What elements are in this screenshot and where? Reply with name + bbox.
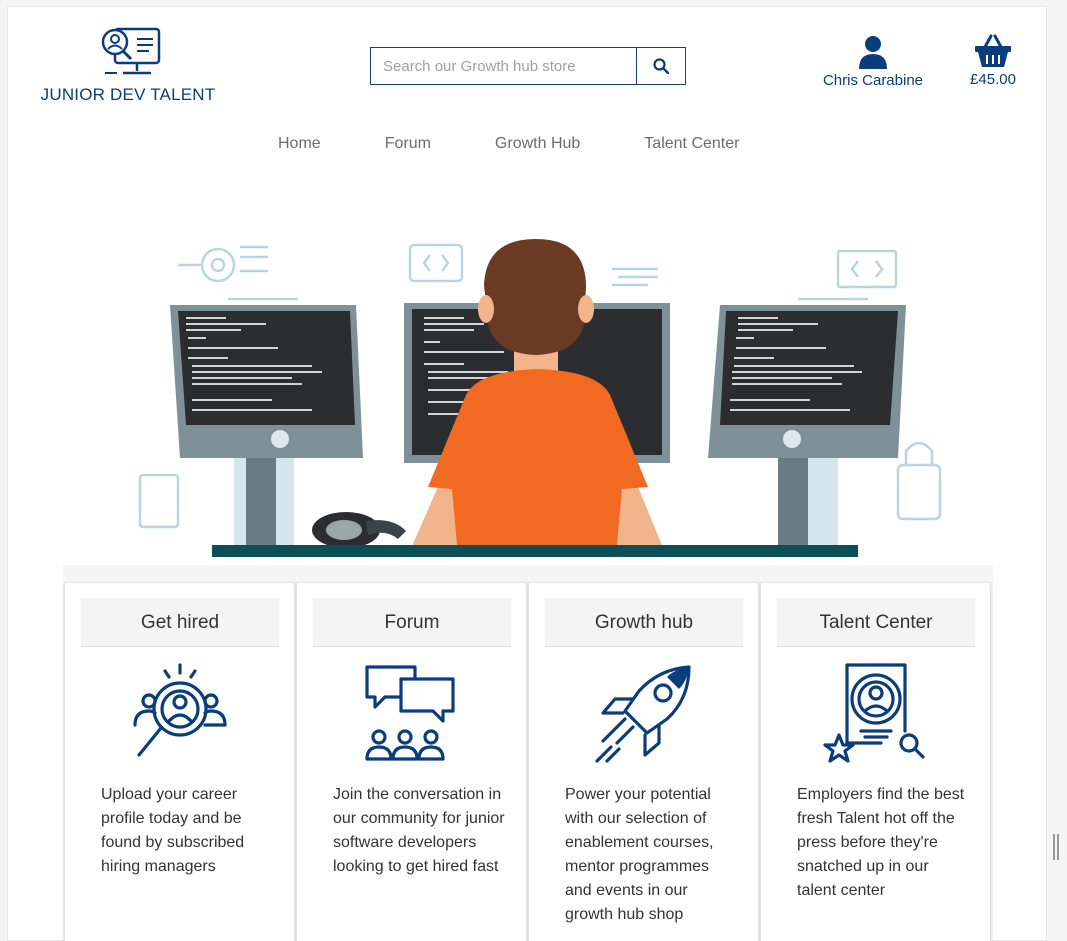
card-get-hired[interactable]: Get hired Upload your career profile tod… <box>64 582 295 941</box>
search-input[interactable] <box>371 48 636 84</box>
nav-growth-hub[interactable]: Growth Hub <box>495 135 580 153</box>
card-title: Growth hub <box>545 598 743 647</box>
talent-badge-icon <box>823 663 925 763</box>
card-talent-center[interactable]: Talent Center Employers find the best fr… <box>760 582 991 941</box>
user-icon <box>859 36 887 69</box>
card-description: Join the conversation in our community f… <box>333 786 505 875</box>
search-icon <box>653 58 669 74</box>
card-growth-hub[interactable]: Growth hub Power your potential with our… <box>528 582 759 941</box>
card-title: Forum <box>313 598 511 647</box>
search-people-icon <box>133 663 227 757</box>
search-bar <box>370 47 686 85</box>
basket-link[interactable]: £45.00 <box>958 34 1028 88</box>
card-description: Employers find the best fresh Talent hot… <box>797 786 965 899</box>
rocket-icon <box>595 665 691 763</box>
main-nav: Home Forum Growth Hub Talent Center <box>278 135 803 153</box>
account-link[interactable]: Chris Carabine <box>814 35 932 89</box>
account-name: Chris Carabine <box>822 72 924 89</box>
nav-forum[interactable]: Forum <box>385 135 431 153</box>
nav-talent-center[interactable]: Talent Center <box>644 135 739 153</box>
basket-icon <box>975 34 1011 67</box>
site-logo[interactable]: JUNIOR DEV TALENT <box>38 25 218 105</box>
card-title: Get hired <box>81 598 279 647</box>
hero-illustration <box>138 239 942 557</box>
resize-grip[interactable] <box>1053 834 1059 860</box>
page: JUNIOR DEV TALENT Chris Carabine £45.00 <box>7 6 1047 941</box>
card-description: Upload your career profile today and be … <box>101 786 245 875</box>
basket-total: £45.00 <box>970 71 1016 88</box>
card-title: Talent Center <box>777 598 975 647</box>
search-button[interactable] <box>636 48 685 84</box>
discussion-icon <box>365 665 455 761</box>
card-forum[interactable]: Forum Join the conversation in our commu… <box>296 582 527 941</box>
logo-icon <box>101 27 161 75</box>
card-description: Power your potential with our selection … <box>565 786 714 923</box>
site-logo-text: JUNIOR DEV TALENT <box>40 85 216 104</box>
nav-home[interactable]: Home <box>278 135 321 153</box>
